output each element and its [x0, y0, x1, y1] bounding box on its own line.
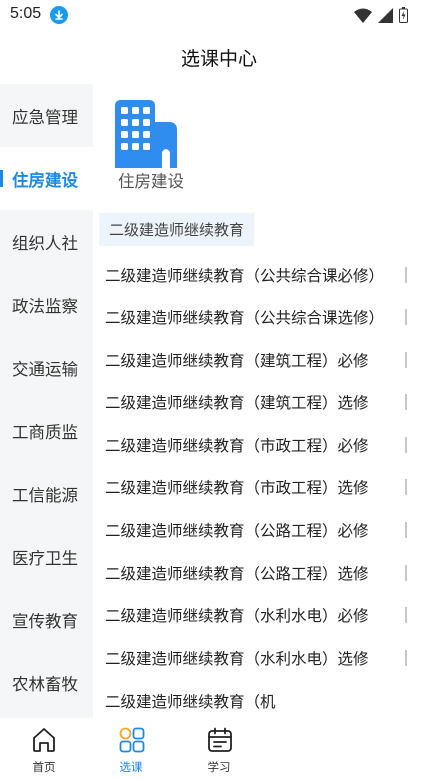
course-divider: [405, 352, 407, 368]
nav-courses[interactable]: 选课: [101, 718, 161, 779]
status-icons: [354, 6, 408, 24]
sidebar-item-organization-hr[interactable]: 组织人社: [0, 210, 93, 273]
course-divider: [405, 650, 407, 666]
course-title: 二级建造师继续教育（公路工程）选修: [105, 565, 369, 583]
course-title: 二级建造师继续教育（机: [105, 693, 276, 711]
wifi-icon: [354, 8, 372, 23]
nav-home[interactable]: 首页: [14, 718, 74, 779]
category-sidebar: 应急管理 住房建设 组织人社 政法监察 交通运输 工商质监 工信能源 医疗卫生 …: [0, 84, 93, 718]
sidebar-item-medical-health[interactable]: 医疗卫生: [0, 525, 93, 588]
sidebar-item-transportation[interactable]: 交通运输: [0, 336, 93, 399]
course-title: 二级建造师继续教育（公共综合课必修）: [105, 267, 385, 285]
course-title: 二级建造师继续教育（市政工程）必修: [105, 437, 369, 455]
course-item[interactable]: 二级建造师继续教育（公路工程）选修: [105, 552, 435, 594]
course-item[interactable]: 二级建造师继续教育（市政工程）必修: [105, 424, 435, 466]
course-item[interactable]: 二级建造师继续教育（公共综合课选修）: [105, 296, 435, 338]
course-divider: [405, 394, 407, 410]
sidebar-item-commerce-quality[interactable]: 工商质监: [0, 399, 93, 462]
course-title: 二级建造师继续教育（市政工程）选修: [105, 479, 369, 497]
sub-tab-second-class-constructor[interactable]: 二级建造师继续教育: [99, 213, 255, 246]
course-item[interactable]: 二级建造师继续教育（水利水电）必修: [105, 594, 435, 636]
nav-study[interactable]: 学习: [189, 718, 249, 779]
course-divider: [405, 437, 407, 453]
category-label: 住房建设: [118, 172, 184, 191]
course-item[interactable]: 二级建造师继续教育（公共综合课必修）: [105, 254, 435, 296]
course-item[interactable]: 二级建造师继续教育（水利水电）选修: [105, 637, 435, 679]
course-item[interactable]: 二级建造师继续教育（市政工程）选修: [105, 466, 435, 508]
course-title: 二级建造师继续教育（建筑工程）选修: [105, 394, 369, 412]
download-icon: [50, 6, 68, 24]
sidebar-item-agriculture[interactable]: 农林畜牧: [0, 651, 93, 714]
calendar-icon: [208, 727, 232, 752]
status-bar: 5:05: [0, 0, 438, 30]
signal-icon: [378, 7, 393, 23]
header: 选课中心: [0, 30, 438, 84]
bottom-nav: 首页 选课 学习: [0, 718, 438, 779]
course-panel: 住房建设 二级建造师继续教育 二级建造师继续教育（公共综合课必修） 二级建造师继…: [93, 84, 438, 718]
text-fade: [278, 687, 338, 718]
course-item[interactable]: 二级建造师继续教育（建筑工程）必修: [105, 339, 435, 381]
grid-icon: [119, 727, 145, 753]
course-title: 二级建造师继续教育（建筑工程）必修: [105, 352, 369, 370]
course-title: 二级建造师继续教育（公共综合课选修）: [105, 309, 385, 327]
sidebar-item-industry-energy[interactable]: 工信能源: [0, 462, 93, 525]
battery-icon: [399, 7, 408, 23]
nav-courses-label: 选课: [119, 760, 143, 774]
nav-home-label: 首页: [32, 760, 56, 774]
status-time: 5:05: [10, 5, 42, 22]
course-divider: [405, 479, 407, 495]
course-divider: [405, 565, 407, 581]
course-item[interactable]: 二级建造师继续教育（公路工程）必修: [105, 509, 435, 551]
course-divider: [405, 607, 407, 623]
course-item[interactable]: 二级建造师继续教育（建筑工程）选修: [105, 381, 435, 423]
course-divider: [405, 522, 407, 538]
course-divider: [405, 309, 407, 325]
course-item[interactable]: 二级建造师继续教育（机: [105, 680, 435, 718]
nav-study-label: 学习: [207, 760, 231, 774]
page-title: 选课中心: [180, 48, 257, 70]
sidebar-item-publicity-education[interactable]: 宣传教育: [0, 588, 93, 651]
course-title: 二级建造师继续教育（水利水电）选修: [105, 650, 369, 668]
building-icon: [115, 100, 177, 168]
home-icon: [33, 728, 55, 752]
course-title: 二级建造师继续教育（水利水电）必修: [105, 607, 369, 625]
sidebar-item-housing-construction[interactable]: 住房建设: [0, 147, 93, 210]
course-title: 二级建造师继续教育（公路工程）必修: [105, 522, 369, 540]
course-divider: [405, 267, 407, 283]
sidebar-item-emergency-management[interactable]: 应急管理: [0, 84, 93, 147]
sidebar-item-law-supervision[interactable]: 政法监察: [0, 273, 93, 336]
